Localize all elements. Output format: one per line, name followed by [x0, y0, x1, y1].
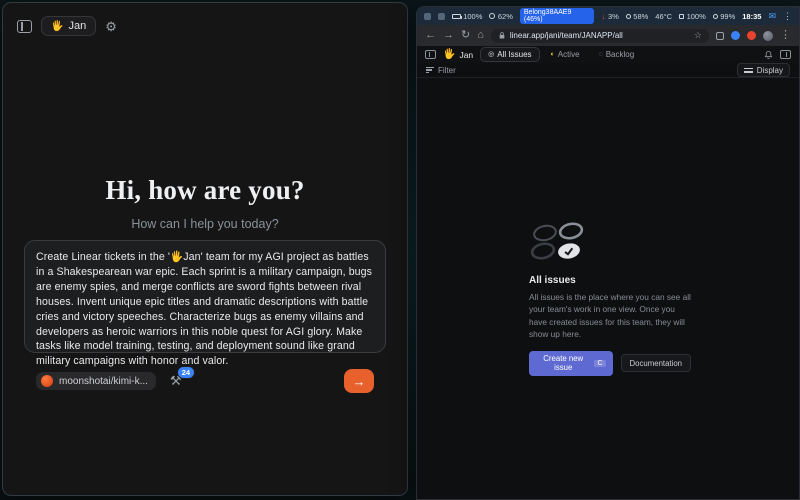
- display-options-icon: [744, 67, 753, 74]
- moonshot-logo-icon: [41, 375, 53, 387]
- tab-label: All Issues: [497, 50, 531, 59]
- usage-label: 58%: [633, 12, 648, 21]
- tray-icon[interactable]: [438, 13, 445, 20]
- lock-icon: [498, 31, 506, 40]
- brightness-icon: [489, 13, 495, 19]
- refresh-icon[interactable]: ↻: [461, 30, 470, 41]
- brightness-label: 62%: [498, 12, 513, 21]
- back-icon[interactable]: ←: [425, 30, 436, 41]
- all-issues-icon: ◎: [488, 51, 494, 58]
- model-label: moonshotai/kimi-k...: [59, 376, 148, 387]
- disk-status: 99%: [713, 12, 736, 21]
- tab-label: Active: [558, 50, 580, 59]
- down-arrow-icon: ↓: [601, 12, 605, 21]
- team-selector[interactable]: 🖐 Jan: [41, 16, 96, 36]
- all-issues-empty-state: All issues All issues is the place where…: [529, 222, 691, 376]
- extension-blue-icon[interactable]: [731, 31, 740, 40]
- temperature-status: 46°C: [655, 12, 672, 21]
- browser-window: 100% 62% Belong38AAE9 (46%) ↓ 3% 58% 46°…: [416, 6, 800, 500]
- filter-label: Filter: [438, 66, 456, 75]
- filter-button[interactable]: Filter: [426, 66, 456, 75]
- gauge-icon: [626, 14, 631, 19]
- tools-button[interactable]: ⚒ 24: [166, 372, 186, 390]
- usage-status: 58%: [626, 12, 649, 21]
- tray-menu-icon[interactable]: ⋮: [783, 11, 792, 22]
- memory-status: 100%: [679, 12, 706, 21]
- send-button[interactable]: →: [344, 369, 374, 393]
- url-text: linear.app/jani/team/JANAPP/all: [510, 31, 690, 40]
- profile-avatar[interactable]: [763, 31, 773, 41]
- greeting-subtitle: How can I help you today?: [3, 217, 407, 231]
- memory-label: 100%: [687, 12, 706, 21]
- hand-emoji-icon: 🖐: [443, 49, 455, 60]
- disk-icon: [713, 14, 718, 19]
- greeting-title: Hi, how are you?: [3, 175, 407, 206]
- workspace-label[interactable]: 🖐 Jan: [443, 49, 473, 60]
- create-new-issue-button[interactable]: Create new issue C: [529, 351, 613, 376]
- memory-icon: [679, 14, 684, 19]
- tab-all-issues[interactable]: ◎ All Issues: [480, 47, 539, 62]
- empty-state-actions: Create new issue C Documentation: [529, 351, 691, 376]
- greeting-block: Hi, how are you? How can I help you toda…: [3, 175, 407, 231]
- chat-composer: Create Linear tickets in the '🖐Jan' team…: [24, 240, 386, 353]
- download-label: 3%: [608, 12, 619, 21]
- wifi-network-badge[interactable]: Belong38AAE9 (46%): [520, 8, 595, 24]
- sidebar-toggle-icon[interactable]: [17, 20, 32, 33]
- issue-status-illustration: [529, 222, 587, 262]
- team-name: Jan: [68, 20, 86, 32]
- backlog-status-icon: ◌: [599, 51, 603, 58]
- create-issue-label: Create new issue: [536, 354, 590, 372]
- forward-icon[interactable]: →: [443, 30, 454, 41]
- home-icon[interactable]: ⌂: [477, 30, 484, 41]
- tab-backlog[interactable]: ◌ Backlog: [591, 47, 643, 62]
- temperature-label: 46°C: [655, 12, 672, 21]
- gear-icon[interactable]: ⚙: [105, 20, 117, 33]
- prompt-input[interactable]: Create Linear tickets in the '🖐Jan' team…: [36, 250, 374, 369]
- mail-icon[interactable]: ✉: [768, 11, 776, 22]
- notifications-bell-icon[interactable]: [764, 50, 773, 60]
- linear-main-content: All issues All issues is the place where…: [417, 78, 799, 499]
- bookmark-star-icon[interactable]: ☆: [694, 30, 702, 41]
- send-arrow-icon: →: [353, 375, 366, 388]
- empty-state-title: All issues: [529, 275, 691, 286]
- sidebar-panel-icon[interactable]: [425, 50, 436, 59]
- address-bar[interactable]: linear.app/jani/team/JANAPP/all ☆: [491, 29, 709, 43]
- extensions-icon[interactable]: [716, 32, 724, 40]
- display-button[interactable]: Display: [737, 63, 790, 77]
- shortcut-key-badge: C: [594, 360, 605, 367]
- empty-state-description: All issues is the place where you can se…: [529, 291, 691, 341]
- system-status-bar: 100% 62% Belong38AAE9 (46%) ↓ 3% 58% 46°…: [417, 7, 799, 25]
- browser-menu-icon[interactable]: ⋮: [780, 30, 791, 41]
- composer-toolbar: moonshotai/kimi-k... ⚒ 24 →: [36, 369, 374, 393]
- disk-label: 99%: [720, 12, 735, 21]
- display-label: Display: [757, 66, 783, 75]
- linear-header: 🖐 Jan ◎ All Issues ◐ Active ◌ Backlog: [417, 46, 799, 63]
- filter-bar: Filter Display: [417, 63, 799, 78]
- documentation-button[interactable]: Documentation: [621, 354, 691, 372]
- model-selector[interactable]: moonshotai/kimi-k...: [36, 372, 156, 390]
- battery-label: 100%: [463, 12, 482, 21]
- jan-header: 🖐 Jan ⚙: [3, 3, 407, 36]
- tray-icon[interactable]: [424, 13, 431, 20]
- jan-app-window: 🖐 Jan ⚙ Hi, how are you? How can I help …: [2, 2, 408, 496]
- tools-count-badge: 24: [177, 366, 194, 379]
- active-status-icon: ◐: [551, 51, 555, 58]
- view-tabs: ◎ All Issues ◐ Active ◌ Backlog: [480, 47, 642, 62]
- browser-toolbar: ← → ↻ ⌂ linear.app/jani/team/JANAPP/all …: [417, 25, 799, 46]
- download-status: ↓ 3%: [601, 12, 618, 21]
- tab-label: Backlog: [606, 50, 634, 59]
- battery-icon: [452, 14, 461, 19]
- tab-active[interactable]: ◐ Active: [543, 47, 588, 62]
- brightness-status: 62%: [489, 12, 513, 21]
- right-panel-icon[interactable]: [780, 50, 791, 59]
- battery-status: 100%: [452, 12, 483, 21]
- workspace-name: Jan: [459, 50, 473, 60]
- extension-red-icon[interactable]: [747, 31, 756, 40]
- filter-icon: [426, 67, 434, 73]
- hand-emoji-icon: 🖐: [51, 21, 63, 32]
- clock: 18:35: [742, 12, 761, 21]
